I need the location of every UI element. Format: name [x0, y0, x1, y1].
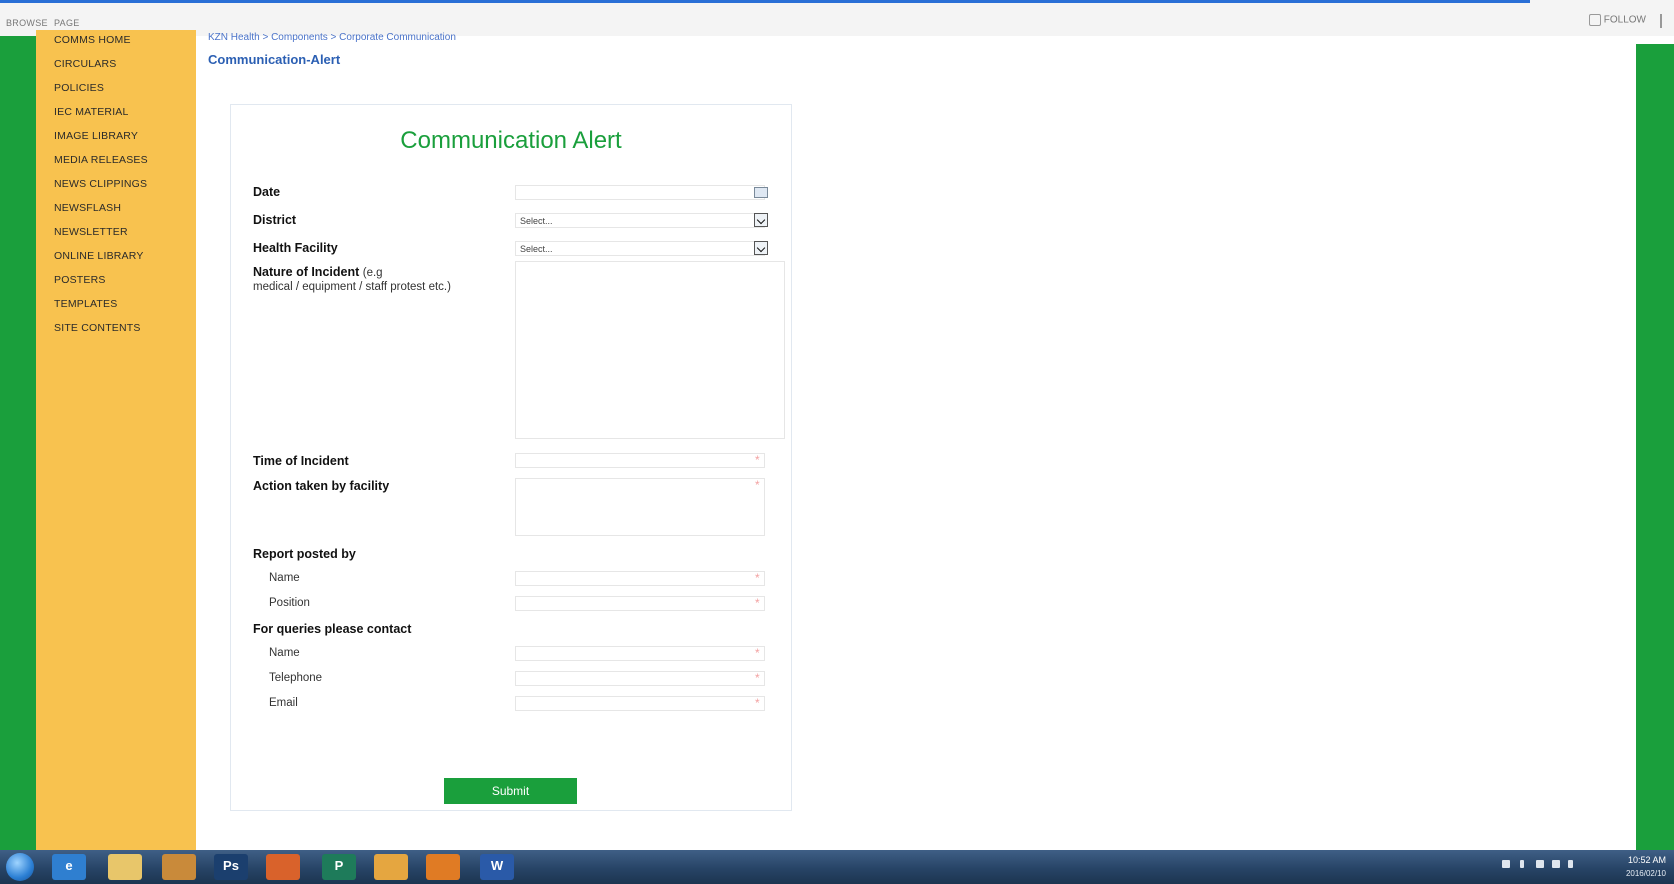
sidebar-item-iec-material[interactable]: IEC MATERIAL: [54, 106, 129, 118]
taskbar-app5-icon[interactable]: [266, 854, 300, 880]
required-marker: *: [755, 596, 760, 610]
required-marker: *: [755, 571, 760, 585]
calendar-icon[interactable]: [754, 187, 768, 198]
contact-telephone-input[interactable]: [515, 671, 765, 686]
sidebar-item-media-releases[interactable]: MEDIA RELEASES: [54, 154, 148, 166]
tray-flag-icon[interactable]: [1536, 860, 1544, 868]
taskbar-publisher-icon[interactable]: P: [322, 854, 356, 880]
tray-network-icon[interactable]: [1502, 860, 1510, 868]
sidebar-item-news-clippings[interactable]: NEWS CLIPPINGS: [54, 178, 147, 190]
report-name-label: Name: [269, 572, 300, 584]
taskbar-folder-icon[interactable]: [374, 854, 408, 880]
windows-taskbar: e Ps P W 10:52 AM 2016/02/10: [0, 850, 1674, 884]
nature-of-incident-textarea[interactable]: [515, 261, 785, 439]
left-green-border: [0, 36, 36, 850]
focus-icon[interactable]: [1660, 14, 1668, 28]
sidebar-item-newsletter[interactable]: NEWSLETTER: [54, 226, 128, 238]
start-button[interactable]: [6, 853, 34, 881]
facility-selected-value: Select...: [520, 244, 553, 254]
time-of-incident-input[interactable]: [515, 453, 765, 468]
taskbar-photoshop-icon[interactable]: Ps: [214, 854, 248, 880]
sidebar-item-posters[interactable]: POSTERS: [54, 274, 106, 286]
taskbar-app3-icon[interactable]: [162, 854, 196, 880]
taskbar-ie-icon[interactable]: e: [52, 854, 86, 880]
browser-toolbar: BROWSE PAGE FOLLOW: [0, 0, 1674, 36]
sidebar-item-image-library[interactable]: IMAGE LIBRARY: [54, 130, 138, 142]
taskbar-explorer-icon[interactable]: [108, 854, 142, 880]
nature-hint-line: medical / equipment / staff protest etc.…: [253, 279, 451, 293]
breadcrumb[interactable]: KZN Health > Components > Corporate Comm…: [208, 32, 456, 43]
contact-name-label: Name: [269, 647, 300, 659]
contact-telephone-label: Telephone: [269, 672, 323, 684]
form-title: Communication Alert: [400, 127, 622, 154]
communication-alert-form: Communication Alert Date District Select…: [230, 104, 792, 811]
tab-page[interactable]: PAGE: [54, 18, 80, 28]
chevron-down-icon[interactable]: [754, 213, 768, 227]
health-facility-select[interactable]: Select...: [515, 241, 765, 256]
nature-label-text: Nature of Incident: [253, 265, 360, 279]
nature-hint-2: medical / equipment / staff protest etc.…: [253, 281, 451, 293]
taskbar-glyph: e: [65, 858, 73, 873]
contact-name-input[interactable]: [515, 646, 765, 661]
tab-browse[interactable]: BROWSE: [6, 18, 48, 28]
required-marker: *: [755, 453, 760, 467]
chevron-down-icon[interactable]: [754, 241, 768, 255]
nature-hint-1: (e.g: [362, 267, 383, 279]
district-select[interactable]: Select...: [515, 213, 765, 228]
taskbar-word-icon[interactable]: W: [480, 854, 514, 880]
action-taken-textarea[interactable]: [515, 478, 765, 536]
sidebar-item-templates[interactable]: TEMPLATES: [54, 298, 117, 310]
ribbon-accent-line: [0, 0, 1530, 3]
taskbar-app8-icon[interactable]: [426, 854, 460, 880]
required-marker: *: [755, 646, 760, 660]
nature-of-incident-label: Nature of Incident (e.g: [253, 265, 383, 279]
page-title: Communication-Alert: [208, 52, 341, 67]
sidebar-item-online-library[interactable]: ONLINE LIBRARY: [54, 250, 144, 262]
taskbar-glyph: Ps: [223, 858, 239, 873]
action-taken-label: Action taken by facility: [253, 479, 390, 493]
district-label: District: [253, 213, 297, 227]
sidebar-nav: COMMS HOME CIRCULARS POLICIES IEC MATERI…: [36, 30, 196, 850]
taskbar-glyph: W: [490, 858, 504, 873]
report-position-label: Position: [269, 597, 310, 609]
follow-label: FOLLOW: [1603, 14, 1646, 26]
report-name-input[interactable]: [515, 571, 765, 586]
submit-button[interactable]: Submit: [444, 778, 577, 804]
contact-email-input[interactable]: [515, 696, 765, 711]
contact-email-label: Email: [269, 697, 298, 709]
report-position-input[interactable]: [515, 596, 765, 611]
clock-time[interactable]: 10:52 AM: [1628, 855, 1666, 865]
right-green-border: [1636, 44, 1674, 850]
clock-date[interactable]: 2016/02/10: [1626, 869, 1666, 878]
tray-arrow-icon[interactable]: [1520, 860, 1524, 868]
time-of-incident-label: Time of Incident: [253, 454, 349, 468]
tray-volume-icon[interactable]: [1568, 860, 1573, 868]
taskbar-glyph: P: [334, 858, 344, 873]
star-icon: [1588, 14, 1601, 26]
sidebar-item-newsflash[interactable]: NEWSFLASH: [54, 202, 121, 214]
required-marker: *: [755, 671, 760, 685]
tray-monitor-icon[interactable]: [1552, 860, 1560, 868]
follow-button[interactable]: FOLLOW: [1588, 14, 1646, 26]
report-posted-by-heading: Report posted by: [253, 547, 356, 561]
sidebar-item-site-contents[interactable]: SITE CONTENTS: [54, 322, 141, 334]
sidebar-item-policies[interactable]: POLICIES: [54, 82, 104, 94]
health-facility-label: Health Facility: [253, 241, 338, 255]
date-label: Date: [253, 185, 281, 199]
required-marker: *: [755, 696, 760, 710]
sidebar-item-comms-home[interactable]: COMMS HOME: [54, 34, 131, 46]
sidebar-item-circulars[interactable]: CIRCULARS: [54, 58, 116, 70]
required-marker: *: [755, 478, 760, 492]
date-input[interactable]: [515, 185, 765, 200]
district-selected-value: Select...: [520, 216, 553, 226]
queries-contact-heading: For queries please contact: [253, 622, 412, 636]
